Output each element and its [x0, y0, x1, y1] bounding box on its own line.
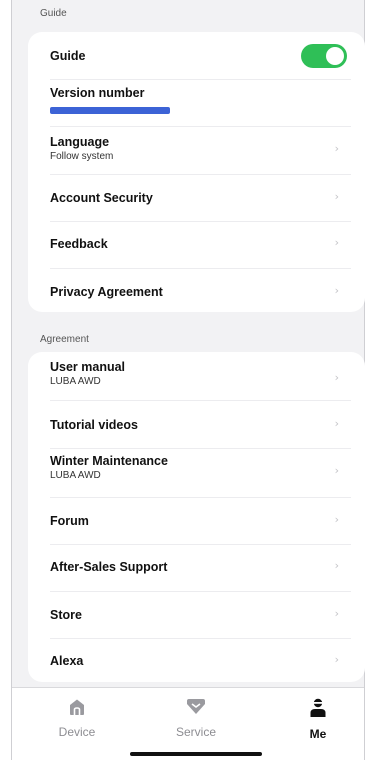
tutorial-videos-label: Tutorial videos	[50, 418, 138, 432]
after-sales-support-row[interactable]: After-Sales Support ›	[28, 545, 365, 591]
chevron-right-icon: ›	[334, 607, 339, 620]
tab-me[interactable]: Me	[278, 698, 358, 741]
after-sales-support-label: After-Sales Support	[50, 560, 168, 574]
chevron-right-icon: ›	[334, 513, 339, 526]
toggle-knob	[326, 47, 344, 65]
section-label-guide: Guide	[40, 8, 67, 19]
tab-device-label: Device	[58, 725, 96, 739]
version-row: Version number	[28, 80, 365, 126]
chevron-right-icon: ›	[334, 559, 339, 572]
settings-card: Guide Version number Language Follow sys…	[28, 32, 365, 312]
version-label: Version number	[50, 86, 145, 100]
tutorial-videos-row[interactable]: Tutorial videos ›	[28, 401, 365, 448]
winter-maintenance-row[interactable]: Winter Maintenance LUBA AWD ›	[28, 449, 365, 497]
home-indicator	[130, 752, 262, 756]
chevron-right-icon: ›	[334, 142, 339, 155]
forum-label: Forum	[50, 514, 89, 528]
chevron-right-icon: ›	[334, 371, 339, 384]
guide-label: Guide	[50, 49, 86, 63]
left-frame	[0, 0, 11, 760]
alexa-row[interactable]: Alexa ›	[28, 639, 365, 682]
version-value-redacted	[50, 107, 170, 114]
guide-row: Guide	[28, 32, 365, 79]
alexa-label: Alexa	[50, 654, 84, 668]
chevron-right-icon: ›	[334, 236, 339, 249]
user-manual-sub: LUBA AWD	[50, 376, 101, 387]
winter-maintenance-sub: LUBA AWD	[50, 470, 101, 481]
feedback-row[interactable]: Feedback ›	[28, 222, 365, 268]
chevron-right-icon: ›	[334, 464, 339, 477]
account-security-label: Account Security	[50, 191, 153, 205]
language-row[interactable]: Language Follow system ›	[28, 127, 365, 174]
right-frame	[365, 0, 370, 760]
chevron-right-icon: ›	[334, 190, 339, 203]
user-manual-label: User manual	[50, 360, 126, 374]
feedback-label: Feedback	[50, 237, 108, 251]
forum-row[interactable]: Forum ›	[28, 498, 365, 544]
service-icon	[187, 699, 205, 714]
winter-maintenance-label: Winter Maintenance	[50, 454, 168, 468]
section-label-agreement: Agreement	[40, 334, 89, 345]
agreement-card: User manual LUBA AWD › Tutorial videos ›…	[28, 352, 365, 682]
guide-toggle[interactable]	[301, 44, 347, 68]
user-manual-row[interactable]: User manual LUBA AWD ›	[28, 352, 365, 400]
bottom-tab-bar: Device Service Me	[12, 687, 364, 760]
privacy-agreement-row[interactable]: Privacy Agreement ›	[28, 269, 365, 312]
tab-service[interactable]: Service	[156, 698, 236, 739]
privacy-agreement-label: Privacy Agreement	[50, 285, 163, 299]
chevron-right-icon: ›	[334, 417, 339, 430]
language-label: Language	[50, 135, 110, 149]
store-row[interactable]: Store ›	[28, 592, 365, 638]
account-security-row[interactable]: Account Security ›	[28, 175, 365, 221]
language-value: Follow system	[50, 151, 114, 162]
left-frame-border	[11, 0, 12, 760]
tab-me-label: Me	[309, 727, 327, 741]
store-label: Store	[50, 608, 82, 622]
tab-service-label: Service	[175, 725, 216, 739]
chevron-right-icon: ›	[334, 284, 339, 297]
person-icon	[310, 698, 326, 717]
chevron-right-icon: ›	[334, 653, 339, 666]
home-icon	[70, 699, 84, 715]
tab-device[interactable]: Device	[37, 698, 117, 739]
